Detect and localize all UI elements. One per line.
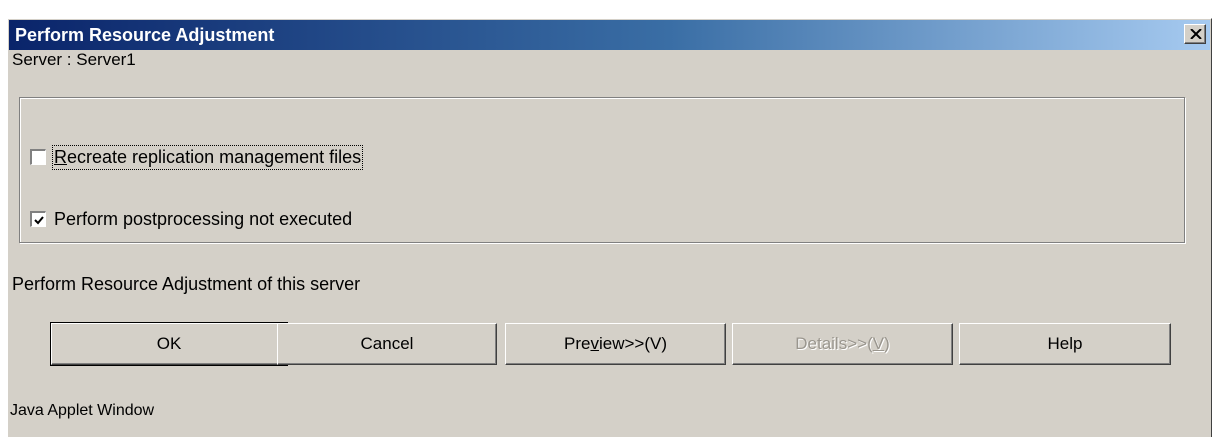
details-button: Details>>(V) <box>732 323 953 365</box>
preview-label-post: iew>>(V) <box>598 334 667 353</box>
window-title: Perform Resource Adjustment <box>15 25 275 45</box>
preview-mnemonic: v <box>590 334 599 353</box>
details-label-post: ) <box>884 334 890 353</box>
status-message: Perform Resource Adjustment of this serv… <box>12 274 361 294</box>
postprocessing-option[interactable]: Perform postprocessing not executed <box>30 207 352 231</box>
close-button[interactable] <box>1184 24 1206 44</box>
mnemonic-r: R <box>54 146 67 167</box>
recreate-files-label-text: ecreate replication management files <box>67 146 362 167</box>
help-button[interactable]: Help <box>959 323 1171 365</box>
server-label: Server : Server1 <box>12 50 136 69</box>
applet-warning-banner: Java Applet Window <box>10 402 155 419</box>
details-mnemonic: V <box>872 334 885 353</box>
close-icon <box>1190 29 1202 39</box>
recreate-files-checkbox[interactable] <box>30 149 46 165</box>
recreate-files-option[interactable]: Recreate replication management files <box>30 144 364 170</box>
title-bar[interactable]: Perform Resource Adjustment <box>9 20 1210 50</box>
checkmark-icon <box>34 216 44 225</box>
recreate-files-label: Recreate replication management files <box>51 144 364 170</box>
cancel-button[interactable]: Cancel <box>277 323 497 365</box>
details-label-pre: Details>>( <box>795 334 873 353</box>
postprocessing-label: Perform postprocessing not executed <box>54 208 353 229</box>
ok-button[interactable]: OK <box>50 322 288 366</box>
postprocessing-checkbox[interactable] <box>30 211 46 227</box>
preview-label-pre: Pre <box>564 334 591 353</box>
preview-button[interactable]: Pre v iew>>(V) <box>505 323 726 365</box>
